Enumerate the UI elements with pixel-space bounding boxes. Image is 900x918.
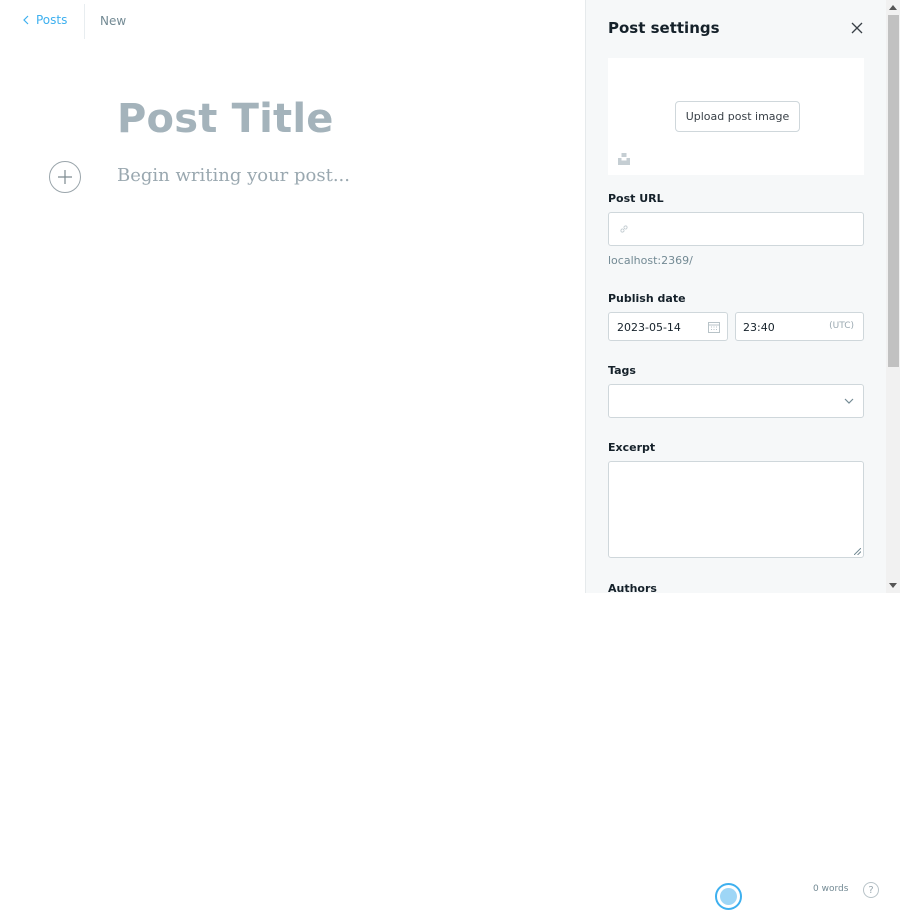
post-url-label: Post URL (608, 192, 664, 205)
scroll-thumb[interactable] (888, 15, 899, 367)
plus-icon (58, 170, 72, 184)
tags-label: Tags (608, 364, 636, 377)
publish-date-label: Publish date (608, 292, 686, 305)
post-body-editor[interactable]: Begin writing your post... (117, 165, 557, 186)
close-icon[interactable] (849, 20, 865, 36)
tags-select[interactable] (608, 384, 864, 418)
back-link-label: Posts (36, 13, 68, 27)
add-card-button[interactable] (49, 161, 81, 193)
resize-handle-icon[interactable] (854, 548, 861, 555)
post-editor-app: Posts New Post Title Begin writing your … (0, 0, 900, 918)
help-button[interactable]: ? (863, 882, 879, 898)
scroll-up-arrow[interactable] (889, 5, 897, 10)
publish-date-input[interactable]: 2023-05-14 (608, 312, 728, 341)
editor-header: Posts New (0, 0, 585, 42)
panel-scrollbar[interactable] (886, 0, 900, 593)
publish-time-input[interactable]: 23:40 (UTC) (735, 312, 864, 341)
spinner-dot (720, 888, 737, 905)
authors-label: Authors (608, 582, 657, 593)
post-title-input[interactable]: Post Title (117, 96, 557, 142)
publish-time-value: 23:40 (743, 321, 775, 334)
back-to-posts-link[interactable]: Posts (22, 13, 67, 27)
upload-post-image-button[interactable]: Upload post image (675, 101, 800, 132)
unsplash-icon[interactable] (618, 153, 630, 165)
chevron-left-icon (23, 15, 29, 25)
publish-date-value: 2023-05-14 (617, 321, 681, 334)
scroll-down-arrow[interactable] (889, 583, 897, 588)
saving-spinner (715, 883, 742, 910)
post-status: New (100, 14, 127, 28)
excerpt-textarea[interactable] (608, 461, 864, 558)
post-url-hint: localhost:2369/ (608, 254, 693, 267)
post-url-input[interactable] (608, 212, 864, 246)
excerpt-label: Excerpt (608, 441, 656, 454)
calendar-icon[interactable] (708, 321, 720, 333)
post-image-uploader: Upload post image (608, 58, 864, 175)
header-divider (84, 4, 85, 39)
word-count: 0 words (813, 884, 849, 894)
timezone-label: (UTC) (829, 321, 854, 331)
post-settings-panel: Post settings Upload post image Post URL… (585, 0, 900, 593)
panel-title: Post settings (608, 19, 720, 37)
chevron-down-icon (844, 398, 854, 404)
link-icon (620, 225, 628, 233)
